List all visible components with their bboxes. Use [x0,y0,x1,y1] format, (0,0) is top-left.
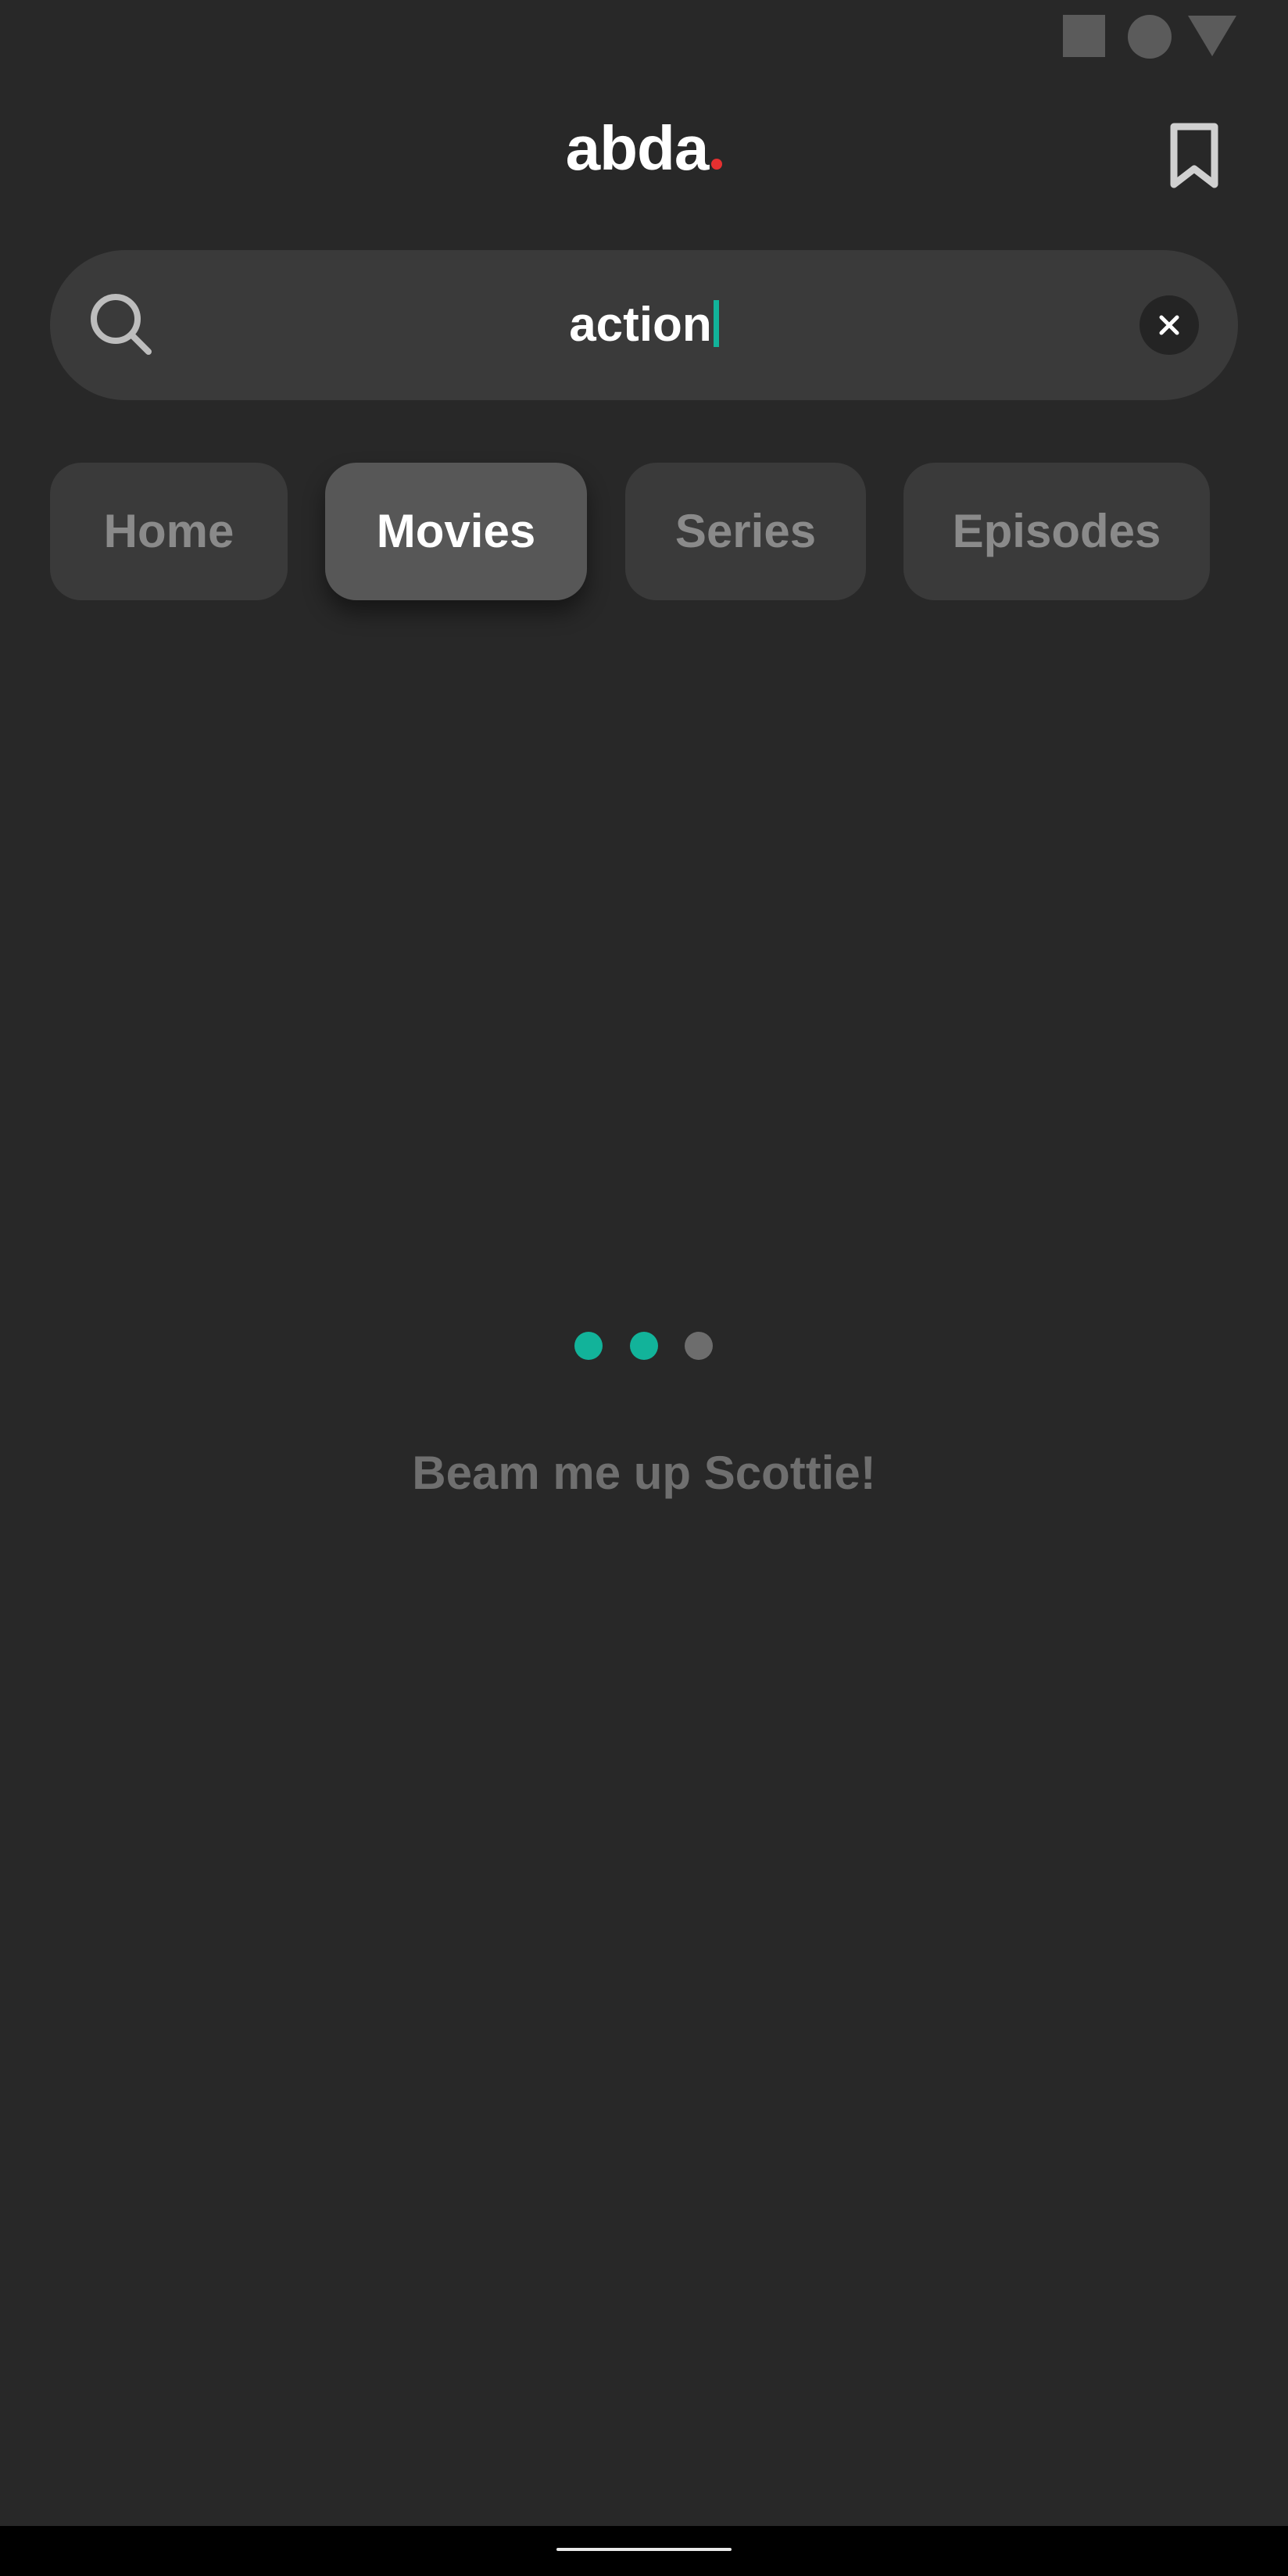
app-logo: abda [0,117,1288,180]
bookmark-icon [1170,123,1218,188]
tab-home[interactable]: Home [50,463,288,600]
loading-dot [574,1332,603,1360]
loading-message: Beam me up Scottie! [412,1447,876,1499]
logo-dot [711,159,723,170]
loading-dot [685,1332,713,1360]
status-bar [0,0,1288,70]
close-icon [1159,315,1179,335]
search-input[interactable]: action [206,297,1082,353]
clear-search-button[interactable] [1140,295,1199,355]
tab-series[interactable]: Series [625,463,866,600]
navigation-bar [0,2526,1288,2576]
loading-dot [630,1332,658,1360]
search-bar[interactable]: action [50,250,1238,400]
tab-movies[interactable]: Movies [325,463,587,600]
recent-apps-icon [1063,15,1105,57]
back-icon [1188,16,1236,56]
loading-indicator [0,1332,1288,1360]
text-caret [713,300,719,347]
app-header: abda [0,109,1288,203]
search-input-value: action [569,298,712,352]
home-indicator[interactable] [556,2548,732,2551]
bookmarks-button[interactable] [1165,120,1224,191]
logo-text: abda [565,113,710,183]
tab-episodes[interactable]: Episodes [903,463,1210,600]
search-icon[interactable] [88,291,156,360]
home-icon [1128,15,1172,59]
